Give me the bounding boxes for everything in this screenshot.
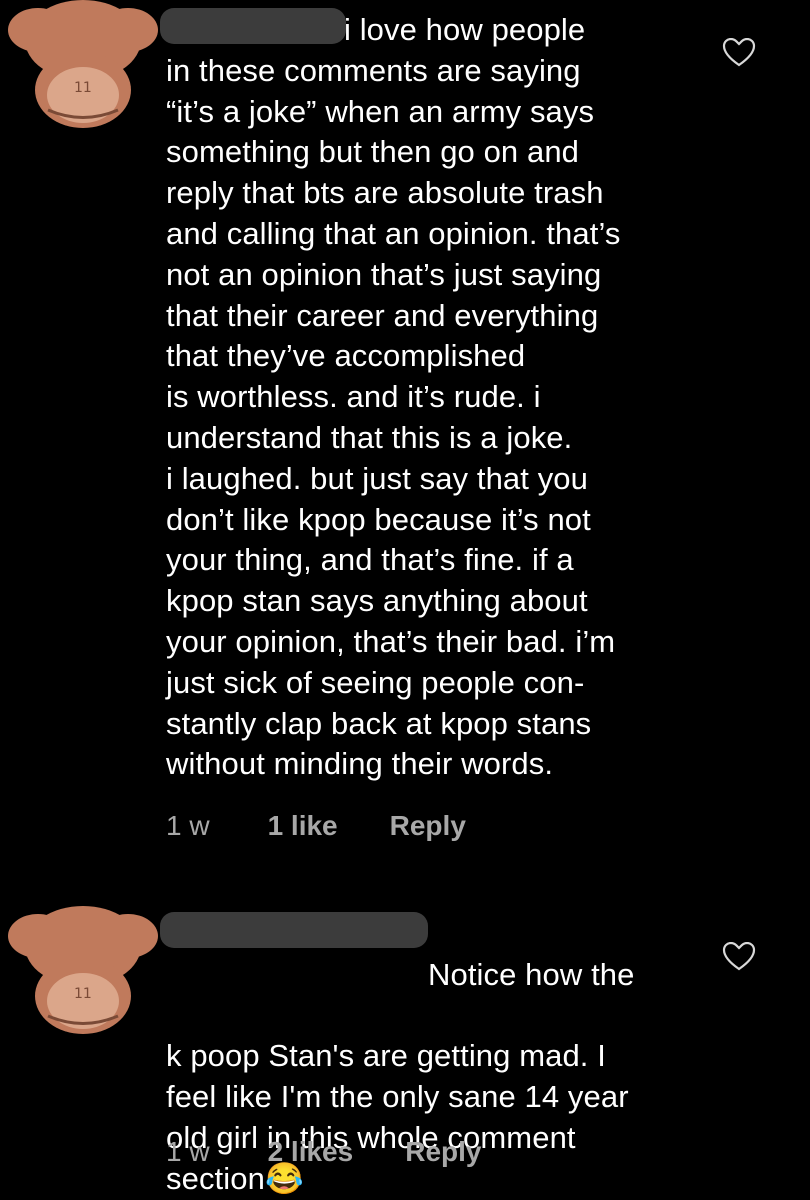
comment-text-rest: k poop Stan's are getting mad. I feel li…	[166, 1038, 629, 1196]
reply-button[interactable]: Reply	[405, 1136, 481, 1168]
comment-meta: 1 w 2 likes Reply	[166, 1136, 481, 1168]
svg-text:11: 11	[74, 986, 92, 1002]
see-no-evil-monkey-icon[interactable]: 11	[8, 0, 158, 130]
likes-count[interactable]: 1 like	[268, 810, 338, 842]
like-heart-icon[interactable]	[722, 942, 756, 972]
reply-button[interactable]: Reply	[390, 810, 466, 842]
comment-time: 1 w	[166, 1136, 210, 1167]
like-heart-icon[interactable]	[722, 38, 756, 68]
comment-first-line: Notice how the	[428, 956, 635, 992]
see-no-evil-monkey-icon[interactable]: 11	[8, 906, 158, 1036]
svg-text:11: 11	[74, 80, 92, 96]
comment-text: i love how people in these comments are …	[166, 12, 621, 782]
comment-time: 1 w	[166, 810, 210, 841]
comment-meta: 1 w 1 like Reply	[166, 810, 466, 842]
likes-count[interactable]: 2 likes	[268, 1136, 354, 1168]
